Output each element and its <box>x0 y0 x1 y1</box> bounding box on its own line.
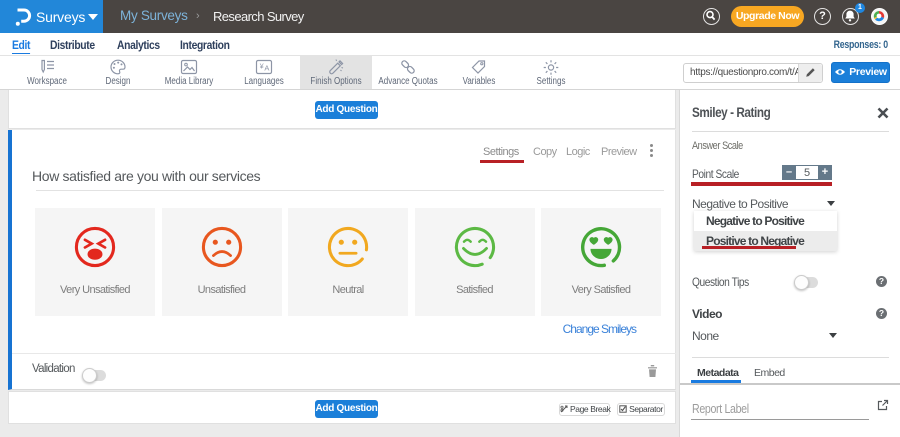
svg-text:¥: ¥ <box>260 64 264 71</box>
svg-text:A: A <box>264 64 269 73</box>
